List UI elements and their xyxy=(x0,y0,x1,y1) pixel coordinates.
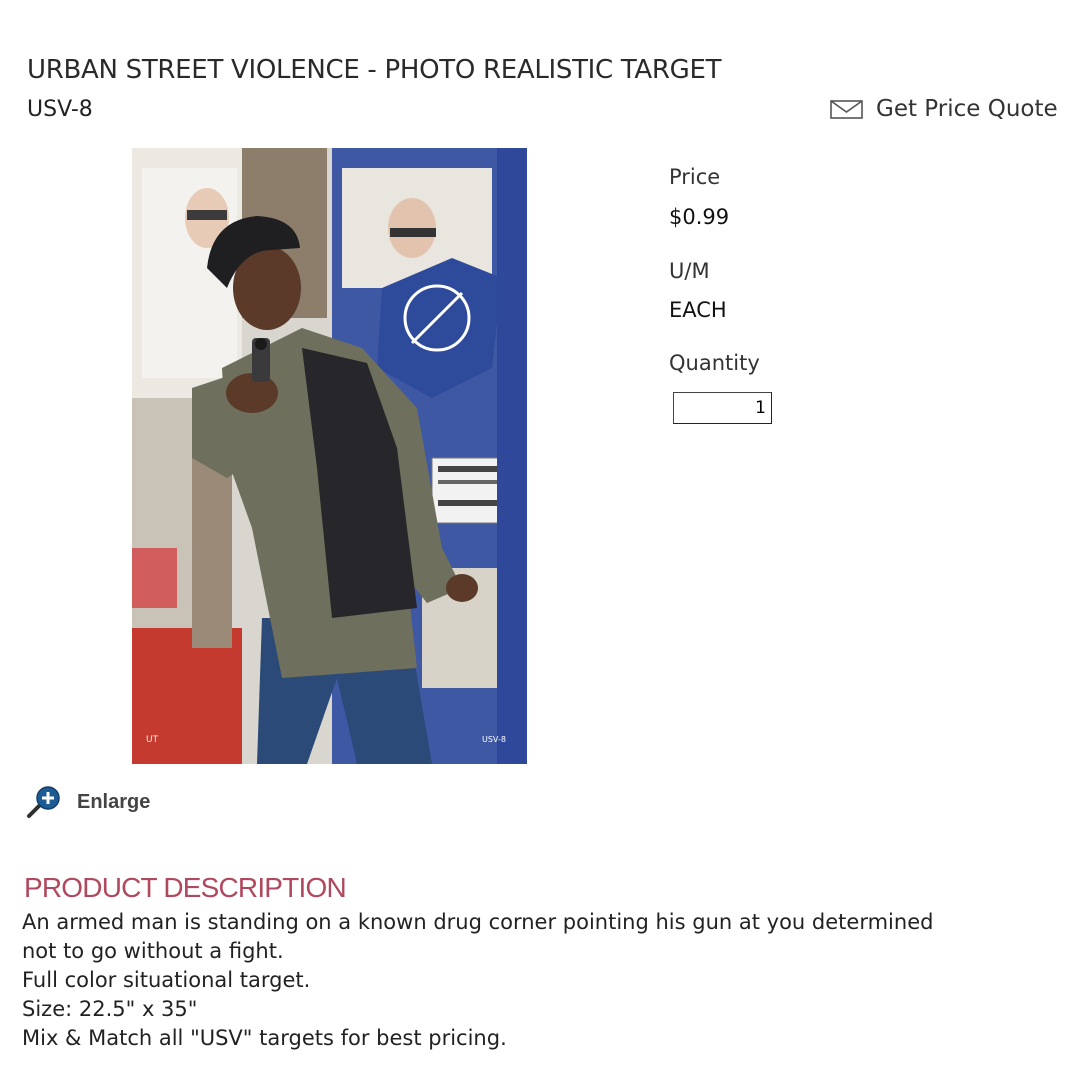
description-line: not to go without a fight. xyxy=(22,939,284,963)
product-sku: USV-8 xyxy=(27,97,93,122)
enlarge-label: Enlarge xyxy=(77,790,151,813)
price-label: Price xyxy=(669,165,721,189)
quantity-input[interactable] xyxy=(673,392,772,424)
svg-text:USV-8: USV-8 xyxy=(482,735,506,744)
product-description-heading: PRODUCT DESCRIPTION xyxy=(24,872,347,903)
svg-text:UT: UT xyxy=(146,735,159,745)
um-label: U/M xyxy=(669,259,710,283)
um-value: EACH xyxy=(669,298,727,322)
product-page: URBAN STREET VIOLENCE - PHOTO REALISTIC … xyxy=(0,0,1080,1080)
product-description: An armed man is standing on a known drug… xyxy=(22,908,1042,1053)
envelope-icon xyxy=(830,100,863,119)
magnifier-plus-icon xyxy=(27,786,60,818)
description-line: Mix & Match all "USV" targets for best p… xyxy=(22,1026,507,1050)
description-line: Size: 22.5" x 35" xyxy=(22,997,198,1021)
quantity-label: Quantity xyxy=(669,351,760,375)
enlarge-link[interactable]: Enlarge xyxy=(25,784,150,820)
description-line: Full color situational target. xyxy=(22,968,311,992)
product-image[interactable]: UT USV-8 xyxy=(132,148,527,764)
get-price-quote-label: Get Price Quote xyxy=(876,96,1058,122)
description-line: An armed man is standing on a known drug… xyxy=(22,910,934,934)
product-title: URBAN STREET VIOLENCE - PHOTO REALISTIC … xyxy=(27,55,722,85)
get-price-quote-link[interactable]: Get Price Quote xyxy=(830,96,1058,122)
price-value: $0.99 xyxy=(669,205,730,229)
